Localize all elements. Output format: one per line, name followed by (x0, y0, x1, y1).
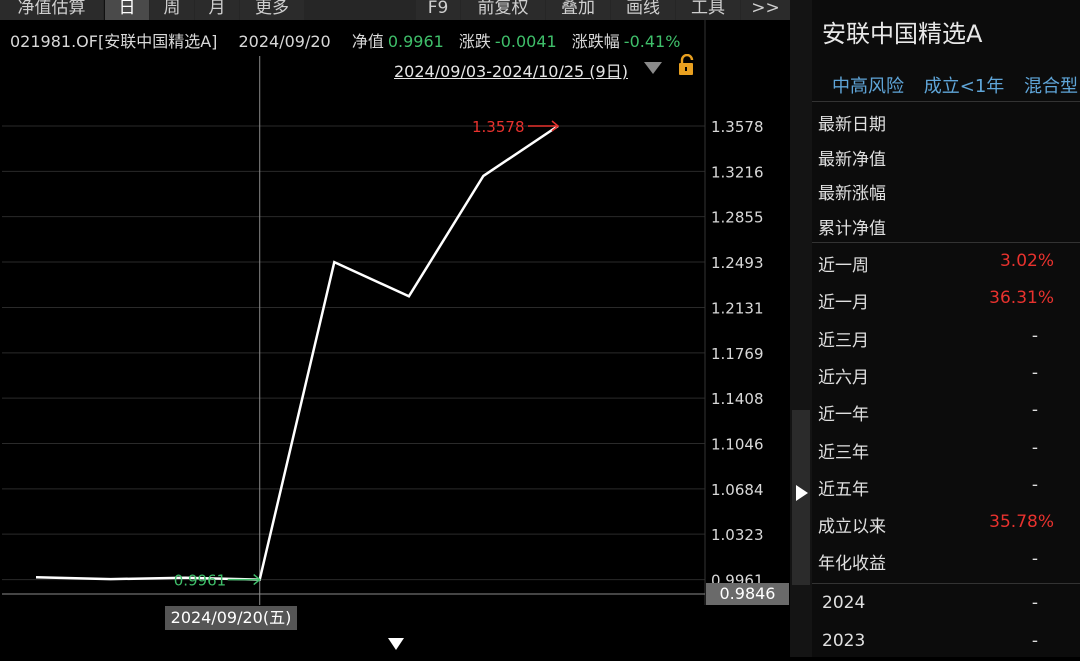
basic-stat-row: 累计净值 (818, 214, 1068, 244)
max-value-label: 1.3578 (472, 118, 525, 136)
stat-label: 最新涨幅 (818, 184, 886, 204)
y-tick-label: 1.3578 (711, 118, 764, 136)
performance-row: 近一周 3.02% (818, 251, 1068, 281)
performance-row: 近一年 - (818, 400, 1068, 430)
y-tick-label: 1.1046 (711, 436, 764, 454)
stat-value: - (1031, 593, 1038, 613)
y-tick-label: 1.2131 (711, 299, 764, 317)
fund-info-line: 021981.OF[安联中国精选A] 2024/09/20 净值 0.9961 涨… (10, 28, 690, 52)
stat-label: 近六月 (818, 367, 869, 388)
performance-row: 近三年 - (818, 438, 1068, 468)
chart-grid (2, 20, 706, 605)
unlock-icon[interactable] (678, 54, 696, 76)
stat-label: 累计净值 (818, 218, 886, 239)
stat-value: - (1031, 325, 1038, 346)
stat-label: 2023 (822, 631, 866, 651)
stat-value: - (1031, 631, 1038, 651)
stat-value: - (1031, 474, 1038, 495)
nav-value: 0.9961 (387, 32, 444, 51)
stat-value: 36.31% (989, 288, 1054, 309)
min-value-label: 0.9961 (174, 572, 227, 590)
stat-label: 年化收益 (818, 554, 886, 575)
nav-line-chart[interactable]: 1.3578 1.3216 1.2855 1.2493 1.2131 1.1769 1.14… (0, 0, 790, 657)
y-tick-label: 1.0684 (711, 481, 764, 499)
divider (812, 242, 1080, 243)
stat-label: 成立以来 (818, 517, 886, 538)
divider (812, 583, 1080, 584)
y-tick-label: 1.0323 (711, 526, 764, 544)
stat-label: 近三月 (818, 330, 869, 351)
info-date: 2024/09/20 (238, 32, 331, 51)
stat-label: 2024 (822, 593, 866, 613)
performance-row: 近五年 - (818, 475, 1068, 505)
pct-value: -0.41% (623, 32, 681, 51)
stat-label: 最新日期 (818, 115, 886, 135)
nav-label: 净值 (351, 32, 384, 51)
performance-row: 近六月 - (818, 363, 1068, 393)
change-value: -0.0041 (494, 32, 557, 51)
performance-row: 近三月 - (818, 326, 1068, 356)
performance-row: 年化收益 - (818, 549, 1068, 579)
stat-value: 35.78% (989, 512, 1054, 533)
performance-row: 近一月 36.31% (818, 288, 1068, 318)
stat-value: - (1031, 362, 1038, 383)
date-range-selector[interactable]: 2024/09/03-2024/10/25 (9日) (394, 58, 628, 82)
stat-value: 3.02% (999, 251, 1054, 271)
pct-label: 涨跌幅 (571, 32, 620, 51)
stat-label: 近五年 (818, 479, 869, 500)
stat-label: 近一周 (818, 256, 869, 276)
y-tick-label: 1.2855 (711, 209, 764, 227)
stat-label: 近三年 (818, 442, 869, 463)
tag-risk[interactable]: 中高风险 (832, 76, 904, 97)
tag-type[interactable]: 混合型 (1024, 76, 1078, 97)
crosshair-date-label: 2024/09/20(五) (165, 606, 297, 630)
tag-age[interactable]: 成立<1年 (924, 76, 1005, 97)
stat-value: - (1031, 437, 1038, 458)
chart-annotations: 1.3578 0.9961 (174, 118, 560, 590)
stat-value: - (1031, 549, 1038, 570)
chevron-down-icon[interactable] (644, 62, 662, 74)
crosshair-value-label: 0.9846 (706, 583, 789, 605)
y-tick-label: 1.1769 (711, 345, 764, 363)
stat-label: 近一年 (818, 405, 869, 426)
basic-stat-row: 最新净值 (818, 145, 1068, 175)
change-label: 涨跌 (458, 32, 491, 51)
fund-code-name: 021981.OF[安联中国精选A] (10, 32, 218, 51)
basic-stat-row: 最新日期 (818, 110, 1068, 140)
caret-down-icon[interactable] (388, 638, 404, 650)
play-arrow-icon[interactable] (796, 485, 808, 501)
y-tick-label: 1.1408 (711, 390, 764, 408)
y-tick-label: 1.3216 (711, 163, 764, 181)
stat-label: 近一月 (818, 293, 869, 314)
year-return-row: 2024 - (818, 593, 1068, 623)
stat-label: 最新净值 (818, 149, 886, 170)
stat-value: - (1031, 400, 1038, 421)
divider (812, 101, 1080, 102)
fund-name: 安联中国精选A (822, 20, 983, 48)
y-axis-ticks: 1.3578 1.3216 1.2855 1.2493 1.2131 1.1769 1.14… (711, 118, 764, 590)
performance-row: 成立以来 35.78% (818, 512, 1068, 542)
y-tick-label: 1.2493 (711, 254, 764, 272)
basic-stat-row: 最新涨幅 (818, 179, 1068, 209)
fund-tags: 中高风险 成立<1年 混合型 (832, 72, 1080, 98)
